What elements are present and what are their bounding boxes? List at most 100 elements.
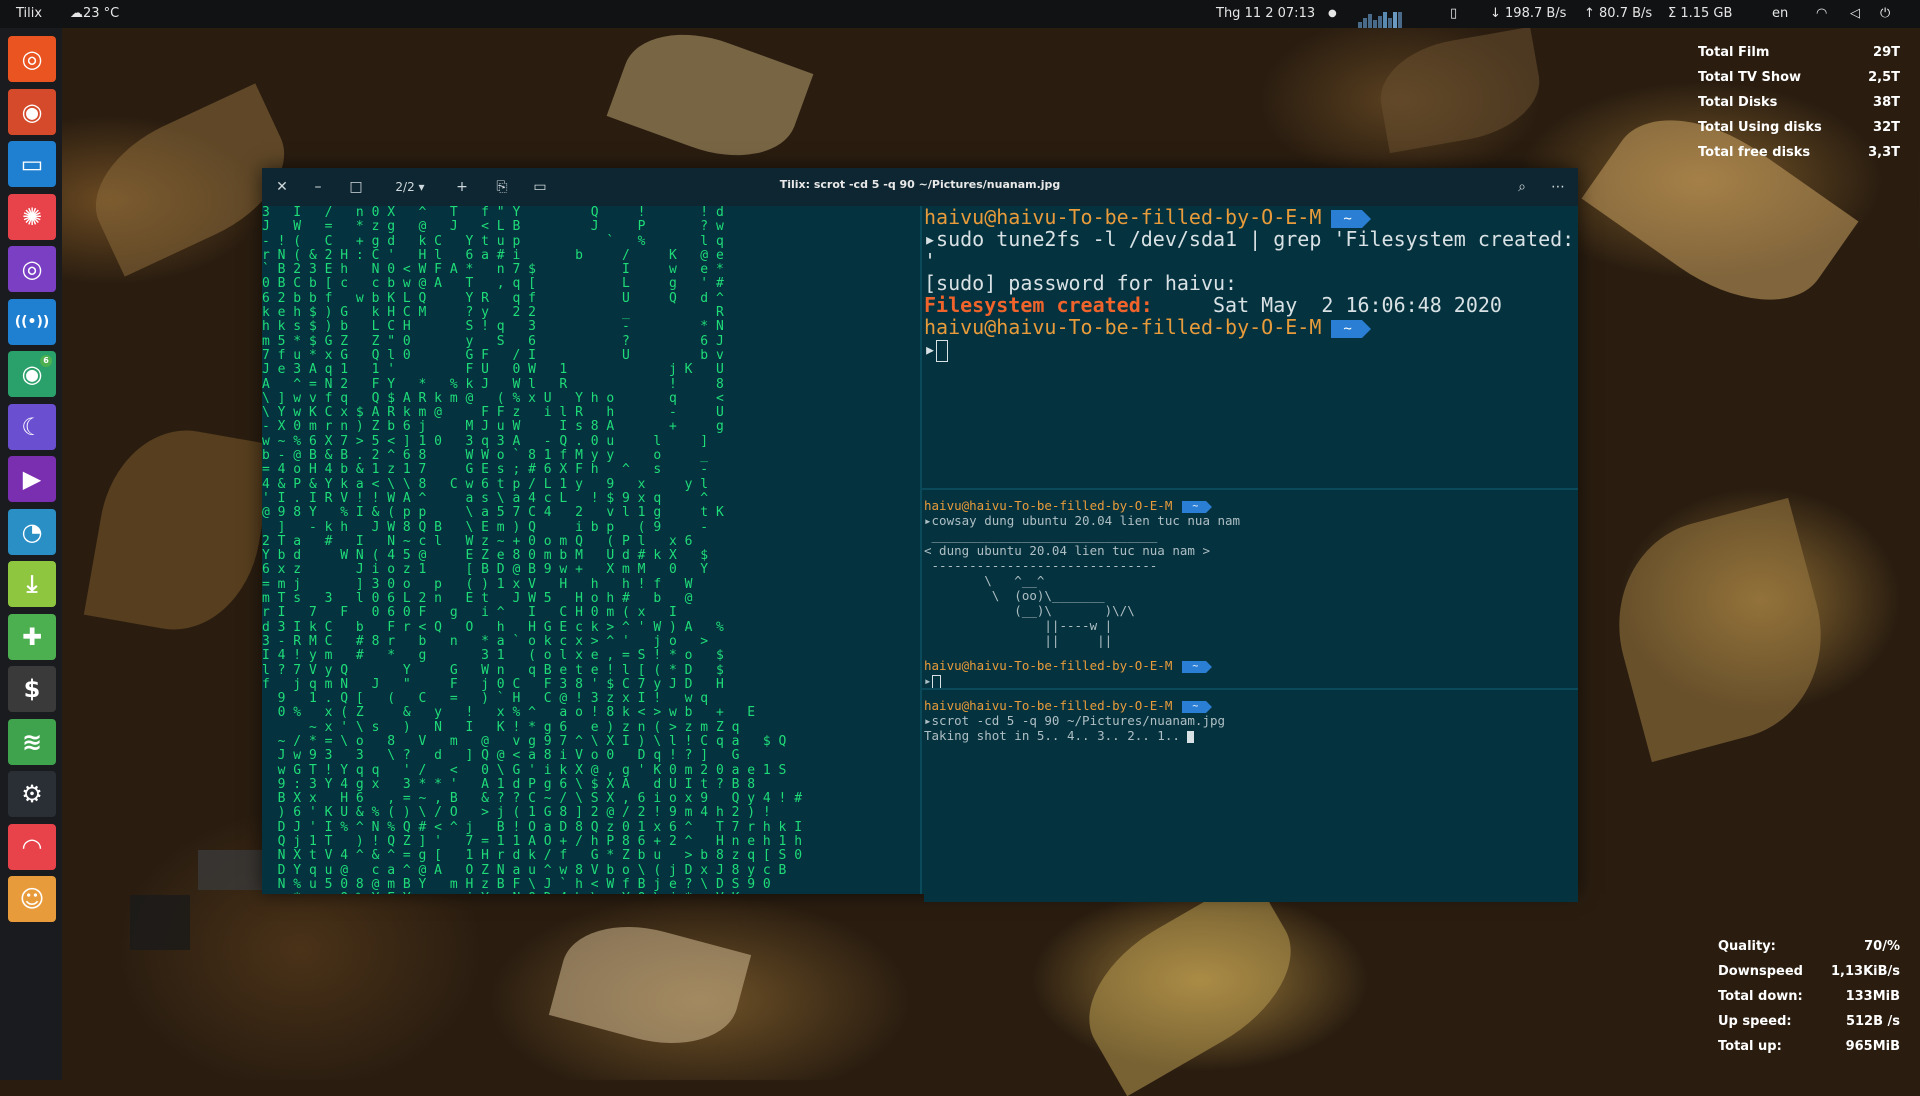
chrome-icon[interactable]: ◉ [8,88,56,135]
stat-value: 133MiB [1845,989,1900,1004]
cowsay-line: \ (oo)\_______ [924,588,1105,603]
matrix-line: @ 9 8 Y % I & ( p p \ a 5 7 C 4 2 v l 1 … [262,505,724,521]
stat-row: Downspeed 1,13KiB/s [1718,959,1900,984]
stat-value: 29T [1873,45,1900,60]
clipboard-icon[interactable]: ▯ [1450,0,1457,28]
steam-icon[interactable]: ⚙ [8,771,56,817]
command-line: ▸cowsay dung ubuntu 20.04 lien tuc nua n… [924,513,1241,528]
matrix-line: J W = * z g @ J < L B J P ? w [262,219,724,235]
wallpaper-leaf [83,417,277,643]
matrix-line: \ ] w v f q Q $ A R k m @ ( % x U Y h o … [262,390,724,406]
matrix-line: N % u 5 0 8 @ m B Y m H z B F \ J ` h < … [262,876,771,892]
prompt-dir: ~ [1182,500,1213,513]
window-titlebar[interactable]: ✕ – □ 2/2 ▾ + ⎘ ▭ Tilix: scrot -cd 5 -q … [262,168,1578,206]
webcam-icon[interactable]: ◉ 6 [8,351,56,397]
stat-label: Total down: [1718,989,1803,1004]
matrix-line: r I 7 F 0 6 0 F g i ^ I C H 0 m ( x I [262,605,677,621]
reddit-icon[interactable]: ☺ [8,876,56,922]
clock[interactable]: Thg 11 2 07:13 [1216,0,1315,28]
matrix-line: = 4 o H 4 b & 1 z 1 7 G E s ; # 6 X F h … [262,462,709,478]
cowsay-line: (__)\ )\/\ [924,603,1135,618]
stat-row: Total Disks 38T [1698,90,1900,115]
bars-icon [1358,0,1403,28]
volume-icon[interactable]: ◁ [1850,0,1860,28]
stat-row: Total Using disks 32T [1698,115,1900,140]
wallpaper-leaf [606,12,814,178]
stat-value: 70/% [1864,939,1900,954]
prompt-user: haivu@haivu-To-be-filled-by-O-E-M [924,658,1173,673]
more-options-icon[interactable]: ⋯ [1548,177,1568,197]
matrix-line: m T s 3 l 0 6 L 2 n E t J W 5 H o h # b … [262,591,693,607]
matrix-line: 3 I / n 0 X ^ T f " Y Q ! ! d [262,206,724,220]
files-icon[interactable]: ▭ [8,141,56,187]
upload-speed[interactable]: ↑ 80.7 B/s [1584,0,1652,28]
cowsay-line: ______________________________ [924,528,1158,543]
stat-row: Total down: 133MiB [1718,984,1900,1009]
wifi-icon[interactable]: ≋ [8,718,56,765]
dollar-terminal-icon[interactable]: $ [8,666,56,712]
matrix-line: 9 1 . Q [ ( C = ) ` H C @ ! 3 z x I ! w … [262,691,709,707]
stat-label: Total Using disks [1698,120,1822,135]
pane-divider[interactable] [920,206,922,894]
rss-icon[interactable]: ◠ [8,823,56,870]
gamepad-icon[interactable]: ✚ [8,613,56,660]
wallpaper-leaf [548,908,752,1062]
terminal-pane-bottom[interactable]: haivu@haivu-To-be-filled-by-O-E-M ~ ▸scro… [924,690,1578,902]
matrix-line: ' I . I R V ! ! W A ^ a s \ a 4 c L ! $ … [262,490,709,506]
matrix-pane[interactable]: 3 I / n 0 X ^ T f " Y Q ! ! dJ W = * z g… [262,206,920,894]
play-icon[interactable]: ▶ [8,456,56,502]
window-title: Tilix: scrot -cd 5 -q 90 ~/Pictures/nuan… [779,178,1061,191]
power-icon[interactable]: ⏻ [1880,0,1890,28]
shadow-artifact [198,850,262,890]
matrix-line: f j q m N J " F j 0 C F 3 8 ' $ C 7 y J … [262,676,724,692]
stat-value: 1,13KiB/s [1831,964,1900,979]
total-transfer[interactable]: Σ 1.15 GB [1668,0,1732,28]
moon-icon[interactable]: ☾ [8,403,56,450]
pinwheel-icon[interactable]: ✺ [8,193,56,240]
download-speed[interactable]: ↓ 198.7 B/s [1490,0,1566,28]
cowsay-line: || || [924,633,1113,648]
result-label: Filesystem created: [924,293,1153,317]
text-cursor [931,674,941,689]
podcast-icon[interactable]: ◎ [8,246,56,292]
matrix-line: ` B 2 3 E h N 0 < W F A * n 7 $ I w e * [262,262,724,278]
weather-indicator[interactable]: ☁23 °C [70,0,119,28]
stat-label: Quality: [1718,939,1776,954]
stat-value: 32T [1873,120,1900,135]
wireless-icon[interactable]: ((•)) [8,298,56,345]
matrix-line: b - @ B & B . 2 ^ 6 8 W W o ` 8 1 f M y … [262,448,709,464]
stat-label: Total Film [1698,45,1770,60]
matrix-line: 7 f u * x G Q l 0 G F / I U b v [262,347,724,363]
prompt-marker: ▸ [924,673,932,688]
stat-row: Total TV Show 2,5T [1698,65,1900,90]
wifi-icon[interactable]: ◠ [1816,0,1827,28]
command-line: ▸scrot -cd 5 -q 90 ~/Pictures/nuanam.jpg [924,713,1226,728]
system-monitor-graph[interactable] [1358,0,1403,28]
terminal-pane-top[interactable]: haivu@haivu-To-be-filled-by-O-E-M ~ ▸sudo… [924,206,1578,506]
stat-row: Quality: 70/% [1718,934,1900,959]
terminal-pane-middle[interactable]: haivu@haivu-To-be-filled-by-O-E-M ~ ▸cows… [924,490,1578,696]
prompt-dir: ~ [1182,660,1213,673]
stat-value: 512B /s [1845,1014,1900,1029]
keyboard-language[interactable]: en [1772,0,1788,28]
prompt-user: haivu@haivu-To-be-filled-by-O-E-M [924,206,1322,229]
active-app-name[interactable]: Tilix [16,0,42,28]
stat-value: 965MiB [1845,1039,1900,1054]
matrix-line: 4 & P & Y k a < \ \ 8 C w 6 t p / L 1 y … [262,476,709,492]
shadow-artifact [130,895,190,950]
launcher-dock: ◎ ◉ ▭ ✺ ◎ ((•)) ◉ 6 ☾ ▶ ◔ ⤓ ✚ $ ≋ ⚙ ◠ ☺ [0,28,62,1080]
download-icon[interactable]: ⤓ [8,561,56,607]
command-output: Taking shot in 5.. 4.. 3.. 2.. 1.. [924,728,1188,743]
speedometer-icon[interactable]: ◔ [8,508,56,555]
search-icon[interactable]: ⌕ [1512,177,1532,197]
ubuntu-logo-icon[interactable]: ◎ [8,36,56,82]
stat-row: Total free disks 3,3T [1698,140,1900,165]
disk-stats-panel: Total Film 29T Total TV Show 2,5T Total Disk… [1698,40,1900,165]
wallpaper-leaf [1594,497,1846,763]
text-cursor [936,339,949,362]
matrix-line: 0 B C b [ c c b w @ A T , q [ L g ' # [262,276,724,292]
notification-badge: 6 [40,355,52,367]
matrix-line: 9 : 3 Y 4 g x 3 * * ' A 1 d P g 6 \ $ X … [262,776,756,792]
matrix-line: 2 T a # I N ~ c l W z ~ + 0 o m Q ( P l … [262,533,693,549]
record-dot-icon: ● [1328,8,1337,19]
